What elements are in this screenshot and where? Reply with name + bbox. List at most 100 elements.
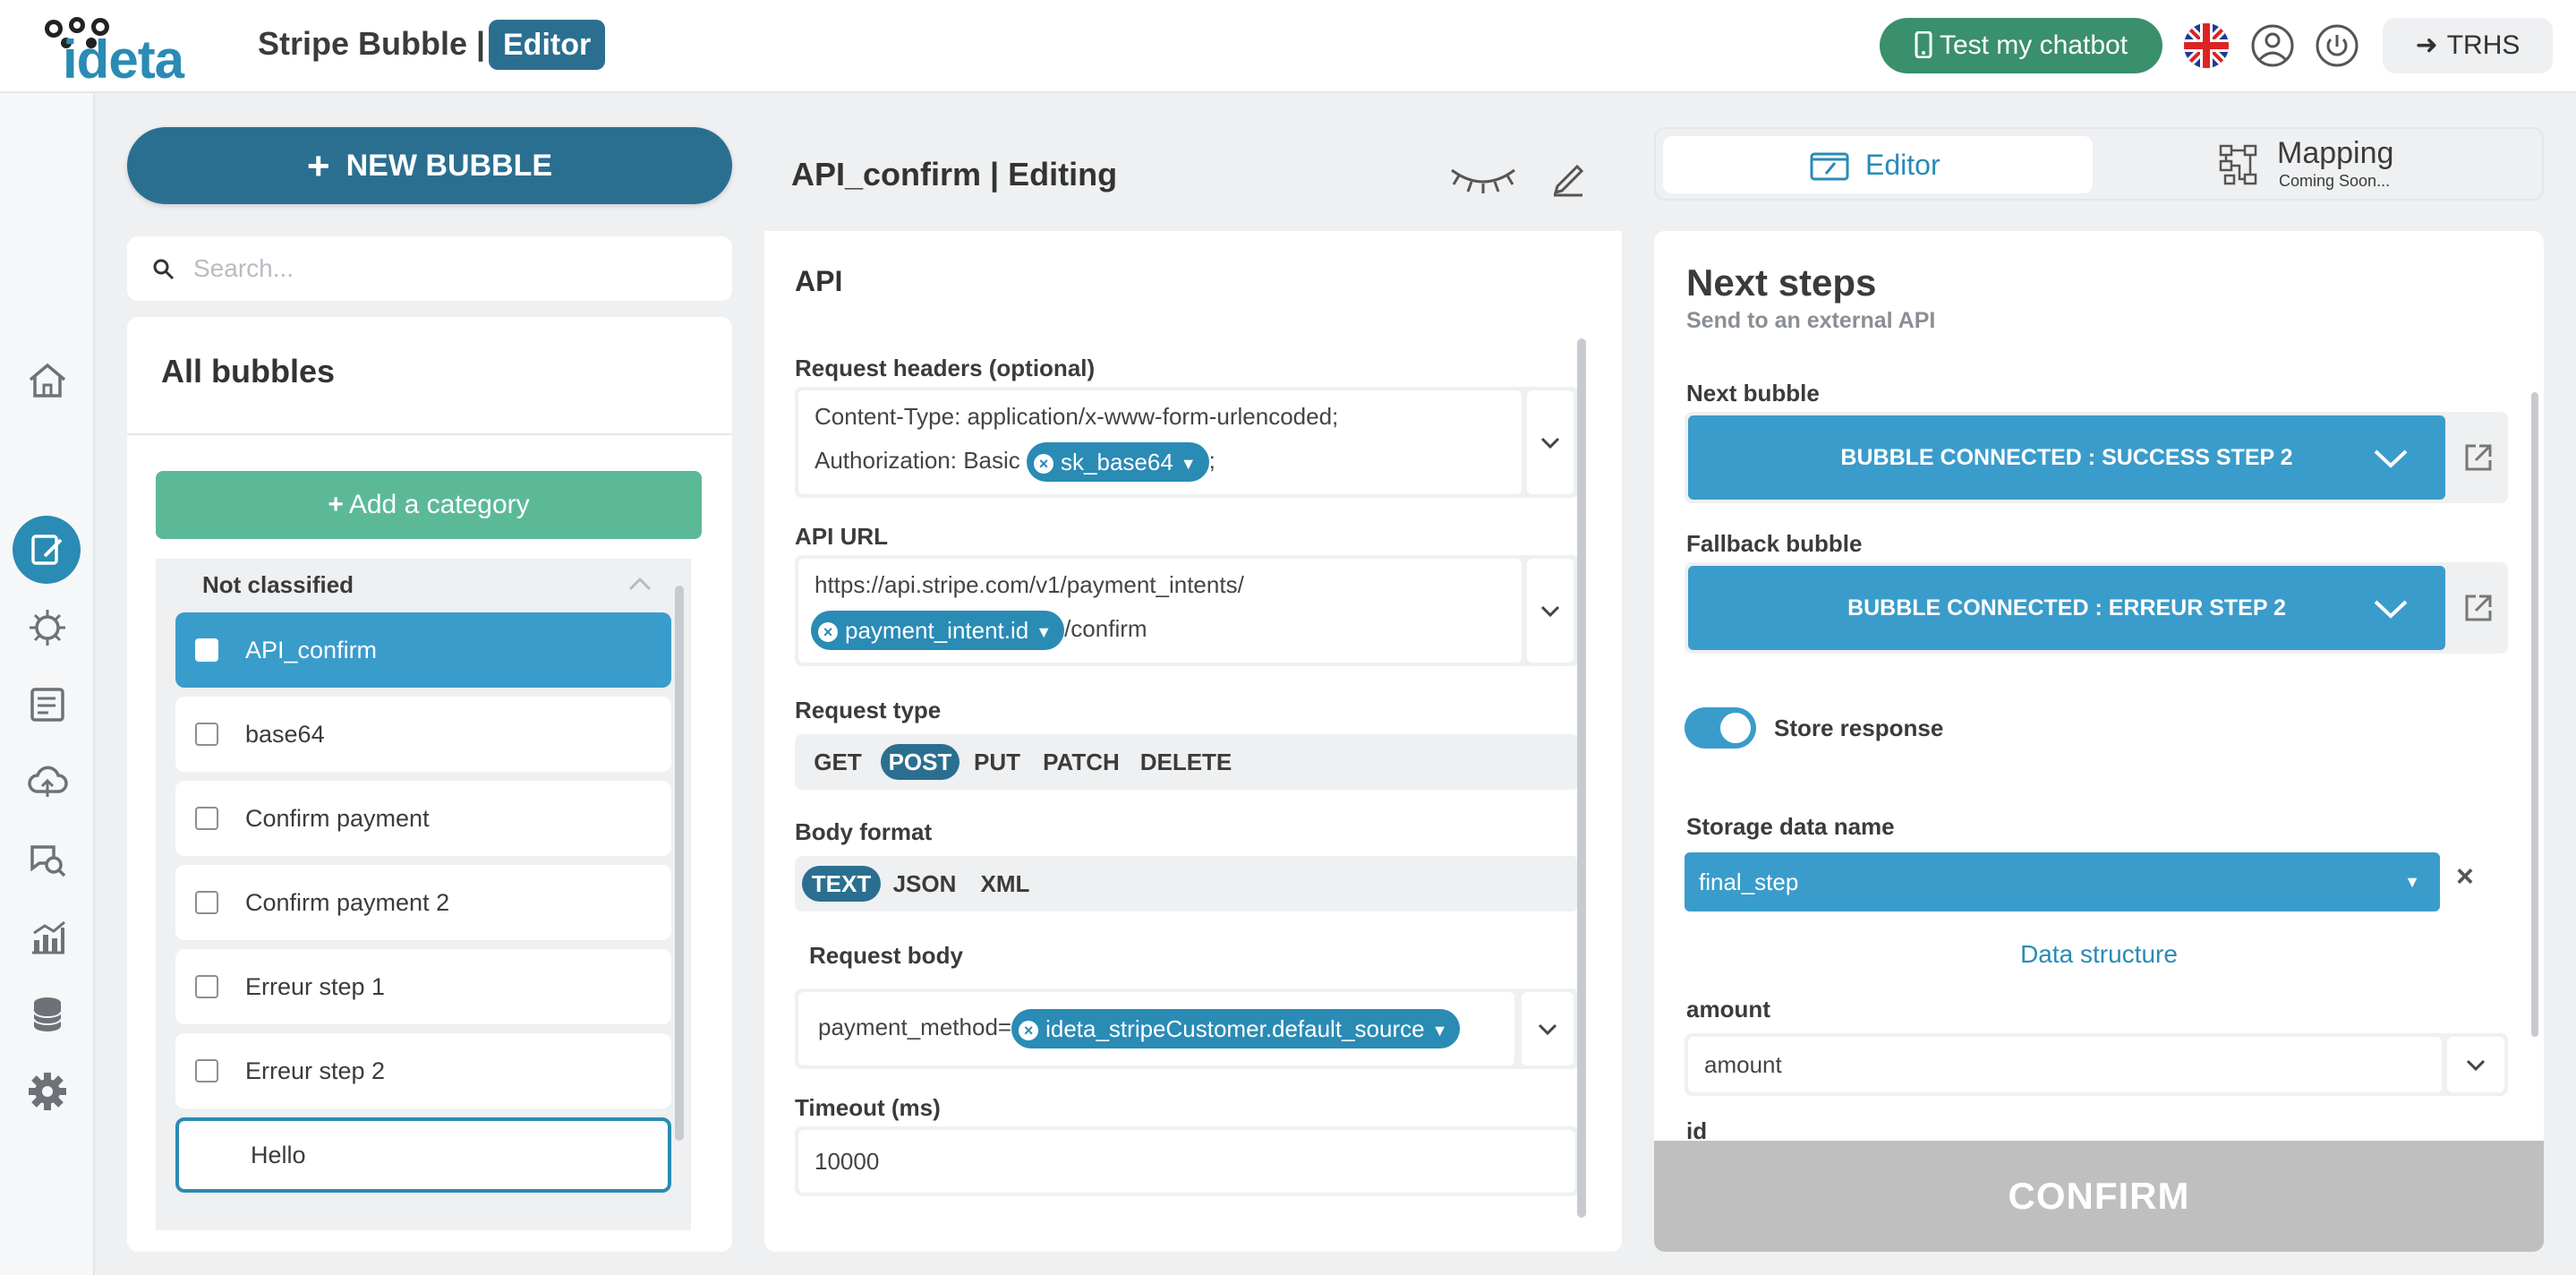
amount-input[interactable]: amount <box>1688 1037 2442 1092</box>
remove-tag-icon[interactable]: × <box>1034 454 1054 475</box>
tab-mapping-label: Mapping <box>2277 136 2394 170</box>
bubble-checkbox[interactable] <box>195 1059 218 1082</box>
timeout-input[interactable]: 10000 <box>798 1130 1575 1193</box>
body-format-json[interactable]: JSON <box>884 866 965 902</box>
amount-dropdown[interactable] <box>2447 1037 2504 1092</box>
fallback-bubble-field: BUBBLE CONNECTED : ERREUR STEP 2 <box>1685 562 2508 654</box>
search-box[interactable] <box>127 236 732 301</box>
body-format-xml[interactable]: XML <box>970 866 1040 902</box>
pencil-icon[interactable] <box>1550 158 1586 197</box>
request-type-patch[interactable]: PATCH <box>1035 744 1128 780</box>
settings-icon[interactable] <box>25 1069 70 1114</box>
eye-closed-icon[interactable] <box>1446 158 1520 197</box>
data-structure-link[interactable]: Data structure <box>1654 940 2544 969</box>
tab-mapping[interactable]: Mapping Coming Soon... <box>2218 134 2522 193</box>
icon-rail <box>0 93 95 1275</box>
cloud-upload-icon[interactable] <box>25 759 70 804</box>
chat-search-icon[interactable] <box>25 836 70 881</box>
bubble-checkbox[interactable] <box>195 975 218 998</box>
editor-icon <box>1810 152 1849 181</box>
analytics-icon[interactable] <box>25 915 70 960</box>
next-bubble-select[interactable]: BUBBLE CONNECTED : SUCCESS STEP 2 <box>1688 415 2445 500</box>
bubble-item-erreur-step-1[interactable]: Erreur step 1 <box>175 949 671 1024</box>
bubble-item-api-confirm[interactable]: API_confirm <box>175 612 671 688</box>
url-dropdown[interactable] <box>1527 559 1574 663</box>
url-line-2: × payment_intent.id ▼ /confirm <box>811 611 1147 650</box>
right-scrollbar[interactable] <box>2531 392 2538 1037</box>
tab-mapping-sub: Coming Soon... <box>2279 172 2391 190</box>
bubble-item-base64[interactable]: base64 <box>175 697 671 772</box>
database-icon[interactable] <box>25 992 70 1037</box>
editor-scrollbar[interactable] <box>1577 338 1586 1218</box>
body-input[interactable]: payment_method= × ideta_stripeCustomer.def… <box>798 992 1514 1065</box>
plus-icon: + <box>328 490 344 519</box>
workspace-button[interactable]: ➜ TRHS <box>2383 18 2553 73</box>
ideta-logo[interactable]: ideta <box>41 16 193 90</box>
bubble-item-erreur-step-2[interactable]: Erreur step 2 <box>175 1033 671 1108</box>
external-link-icon[interactable] <box>2463 593 2494 623</box>
bubble-checkbox[interactable] <box>195 891 218 914</box>
bubble-item-hello[interactable]: Hello <box>175 1117 671 1193</box>
list-scrollbar[interactable] <box>675 586 684 1141</box>
bubble-checkbox[interactable] <box>195 807 218 830</box>
store-response-toggle[interactable] <box>1685 707 1756 749</box>
mode-badge: Editor <box>489 20 606 70</box>
body-format-text[interactable]: TEXT <box>802 866 881 902</box>
variable-tag[interactable]: × payment_intent.id ▼ <box>811 611 1065 650</box>
power-icon[interactable] <box>2315 23 2359 68</box>
variable-tag[interactable]: × ideta_stripeCustomer.default_source ▼ <box>1011 1009 1461 1048</box>
variable-tag[interactable]: × sk_base64 ▼ <box>1027 442 1209 482</box>
fallback-bubble-select[interactable]: BUBBLE CONNECTED : ERREUR STEP 2 <box>1688 566 2445 650</box>
tag-label: payment_intent.id <box>845 617 1029 644</box>
remove-tag-icon[interactable]: × <box>1019 1021 1039 1041</box>
request-type-delete[interactable]: DELETE <box>1133 744 1239 780</box>
bubbles-panel: All bubbles + Add a category Not classifi… <box>127 317 732 1252</box>
request-type-put[interactable]: PUT <box>965 744 1029 780</box>
amount-field: amount <box>1685 1033 2508 1096</box>
search-input[interactable] <box>193 247 712 290</box>
timeout-field: 10000 <box>795 1126 1579 1196</box>
test-chatbot-button[interactable]: Test my chatbot <box>1880 18 2162 73</box>
add-category-button[interactable]: + Add a category <box>156 471 702 539</box>
next-steps-subtitle: Send to an external API <box>1686 308 1936 333</box>
external-link-icon[interactable] <box>2463 442 2494 473</box>
bubble-item-confirm-payment-2[interactable]: Confirm payment 2 <box>175 865 671 940</box>
fallback-bubble-value: BUBBLE CONNECTED : ERREUR STEP 2 <box>1847 595 2286 620</box>
tab-editor-label: Editor <box>1865 149 1941 181</box>
tab-editor[interactable]: Editor <box>1663 136 2093 193</box>
body-prefix: payment_method= <box>818 1013 1012 1040</box>
home-icon[interactable] <box>25 358 70 403</box>
storage-name-select[interactable]: final_step ▼ <box>1685 852 2440 911</box>
body-format-selector: TEXT JSON XML <box>795 856 1579 911</box>
headers-prefix: Authorization: Basic <box>815 446 1020 474</box>
chevron-up-icon[interactable] <box>627 571 653 598</box>
new-bubble-button[interactable]: + NEW BUBBLE <box>127 127 732 204</box>
amount-label: amount <box>1686 996 1770 1023</box>
bubble-list[interactable]: Not classified API_confirm base64 Confir… <box>156 559 691 1230</box>
user-account-icon[interactable] <box>2250 23 2295 68</box>
confirm-button[interactable]: CONFIRM <box>1654 1141 2544 1252</box>
headers-dropdown[interactable] <box>1527 390 1574 494</box>
url-input[interactable]: https://api.stripe.com/v1/payment_intent… <box>798 559 1522 663</box>
bubble-checkbox[interactable] <box>195 638 218 662</box>
headers-input[interactable]: Content-Type: application/x-www-form-url… <box>798 390 1522 494</box>
body-field: payment_method= × ideta_stripeCustomer.def… <box>795 988 1579 1069</box>
remove-tag-icon[interactable]: × <box>818 622 838 643</box>
workspace-label: TRHS <box>2446 30 2521 60</box>
editor-header: API_confirm | Editing <box>764 127 1622 231</box>
tasks-icon[interactable] <box>25 682 70 727</box>
url-suffix: /confirm <box>1064 614 1147 642</box>
request-type-post[interactable]: POST <box>881 744 960 780</box>
language-flag-icon[interactable] <box>2184 23 2229 68</box>
body-dropdown[interactable] <box>1522 992 1574 1065</box>
edit-icon[interactable] <box>25 527 70 572</box>
fallback-bubble-label: Fallback bubble <box>1686 530 1863 557</box>
request-type-get[interactable]: GET <box>800 744 875 780</box>
clear-storage-icon[interactable]: × <box>2456 860 2474 894</box>
bubble-item-confirm-payment[interactable]: Confirm payment <box>175 781 671 856</box>
next-steps-panel: Next steps Send to an external API Next … <box>1654 231 2544 1252</box>
body-content: payment_method= × ideta_stripeCustomer.def… <box>818 1009 1461 1048</box>
bubble-checkbox[interactable] <box>195 723 218 746</box>
bubble-label: Erreur step 2 <box>245 1057 386 1084</box>
ai-brain-icon[interactable] <box>25 605 70 650</box>
